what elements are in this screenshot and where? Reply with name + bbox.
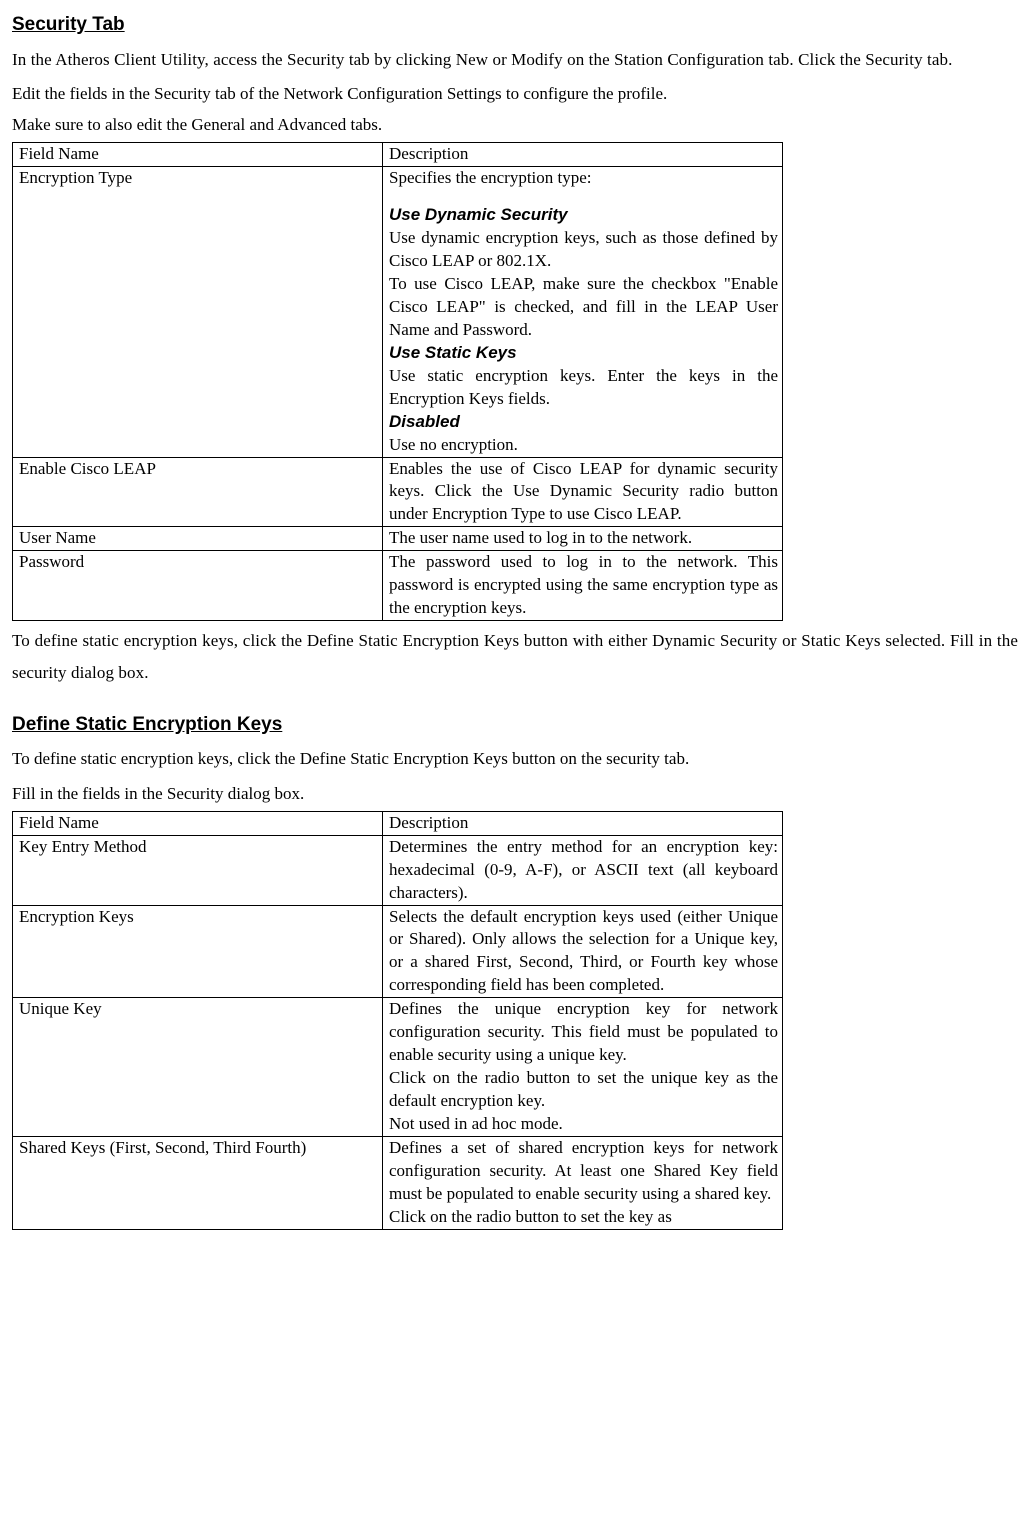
desc-text: Use no encryption. bbox=[389, 434, 778, 457]
header-description: Description bbox=[383, 143, 783, 167]
subheading: Use Dynamic Security bbox=[389, 205, 568, 224]
description-cell: Specifies the encryption type: Use Dynam… bbox=[383, 167, 783, 457]
table-header-row: Field Name Description bbox=[13, 143, 783, 167]
subheading: Disabled bbox=[389, 412, 460, 431]
outro-paragraph: To define static encryption keys, click … bbox=[12, 625, 1018, 690]
desc-text: Defines the unique encryption key for ne… bbox=[389, 998, 778, 1067]
subheading: Use Static Keys bbox=[389, 343, 517, 362]
desc-text: Use dynamic encryption keys, such as tho… bbox=[389, 227, 778, 273]
desc-text: Use static encryption keys. Enter the ke… bbox=[389, 365, 778, 411]
table-header-row: Field Name Description bbox=[13, 811, 783, 835]
header-field-name: Field Name bbox=[13, 143, 383, 167]
field-name-cell: Enable Cisco LEAP bbox=[13, 457, 383, 527]
table-row: Key Entry Method Determines the entry me… bbox=[13, 835, 783, 905]
table-row: Unique Key Defines the unique encryption… bbox=[13, 998, 783, 1137]
field-name-cell: Key Entry Method bbox=[13, 835, 383, 905]
field-name-cell: User Name bbox=[13, 527, 383, 551]
desc-text: Defines a set of shared encryption keys … bbox=[389, 1137, 778, 1206]
table-row: Password The password used to log in to … bbox=[13, 551, 783, 621]
description-cell: Enables the use of Cisco LEAP for dynami… bbox=[383, 457, 783, 527]
table-row: Encryption Type Specifies the encryption… bbox=[13, 167, 783, 457]
field-name-cell: Encryption Keys bbox=[13, 905, 383, 998]
field-name-cell: Encryption Type bbox=[13, 167, 383, 457]
description-cell: Selects the default encryption keys used… bbox=[383, 905, 783, 998]
description-cell: Defines the unique encryption key for ne… bbox=[383, 998, 783, 1137]
field-name-cell: Shared Keys (First, Second, Third Fourth… bbox=[13, 1136, 383, 1229]
security-fields-table: Field Name Description Encryption Type S… bbox=[12, 142, 783, 621]
header-field-name: Field Name bbox=[13, 811, 383, 835]
table-row: Enable Cisco LEAP Enables the use of Cis… bbox=[13, 457, 783, 527]
description-cell: The user name used to log in to the netw… bbox=[383, 527, 783, 551]
table-row: User Name The user name used to log in t… bbox=[13, 527, 783, 551]
description-cell: The password used to log in to the netwo… bbox=[383, 551, 783, 621]
desc-text: To use Cisco LEAP, make sure the checkbo… bbox=[389, 273, 778, 342]
heading-security-tab: Security Tab bbox=[12, 12, 1018, 38]
heading-define-static-keys: Define Static Encryption Keys bbox=[12, 712, 1018, 738]
field-name-cell: Unique Key bbox=[13, 998, 383, 1137]
intro-paragraph: Edit the fields in the Security tab of t… bbox=[12, 80, 1018, 107]
desc-text: Click on the radio button to set the uni… bbox=[389, 1067, 778, 1113]
desc-text: Click on the radio button to set the key… bbox=[389, 1206, 778, 1229]
description-cell: Defines a set of shared encryption keys … bbox=[383, 1136, 783, 1229]
header-description: Description bbox=[383, 811, 783, 835]
desc-text: Specifies the encryption type: bbox=[389, 168, 592, 187]
desc-text: Not used in ad hoc mode. bbox=[389, 1113, 778, 1136]
field-name-cell: Password bbox=[13, 551, 383, 621]
intro-paragraph: To define static encryption keys, click … bbox=[12, 743, 1018, 775]
intro-paragraph: Fill in the fields in the Security dialo… bbox=[12, 780, 1018, 807]
static-keys-fields-table: Field Name Description Key Entry Method … bbox=[12, 811, 783, 1230]
table-row: Encryption Keys Selects the default encr… bbox=[13, 905, 783, 998]
intro-paragraph: In the Atheros Client Utility, access th… bbox=[12, 44, 1018, 76]
table-row: Shared Keys (First, Second, Third Fourth… bbox=[13, 1136, 783, 1229]
intro-paragraph: Make sure to also edit the General and A… bbox=[12, 111, 1018, 138]
description-cell: Determines the entry method for an encry… bbox=[383, 835, 783, 905]
